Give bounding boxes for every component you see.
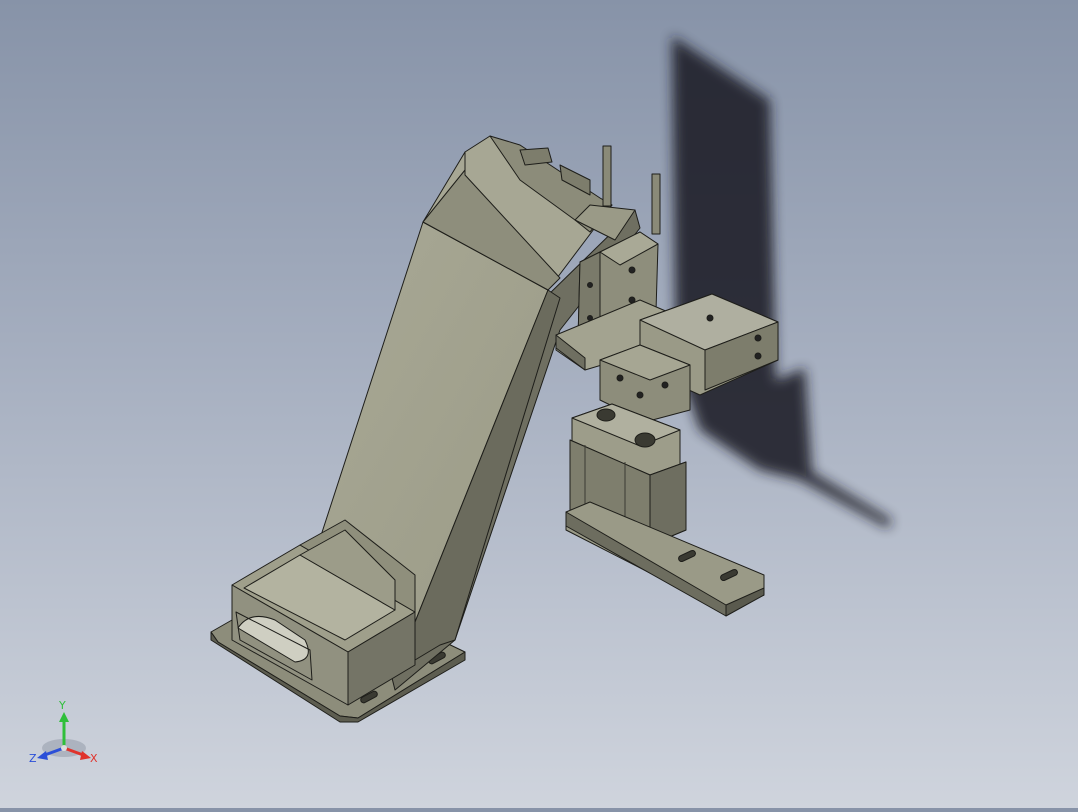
y-axis-label: Y — [58, 699, 66, 712]
x-axis-label: X — [90, 752, 98, 765]
cast-shadow — [672, 36, 892, 528]
y-axis-arrow — [59, 712, 69, 722]
cad-3d-viewport[interactable]: Y X Z — [0, 0, 1078, 808]
model-canvas[interactable]: Y X Z — [0, 0, 1078, 808]
triad-origin — [61, 745, 67, 751]
axis-triad: Y X Z — [29, 699, 98, 765]
z-axis-label: Z — [29, 752, 37, 765]
